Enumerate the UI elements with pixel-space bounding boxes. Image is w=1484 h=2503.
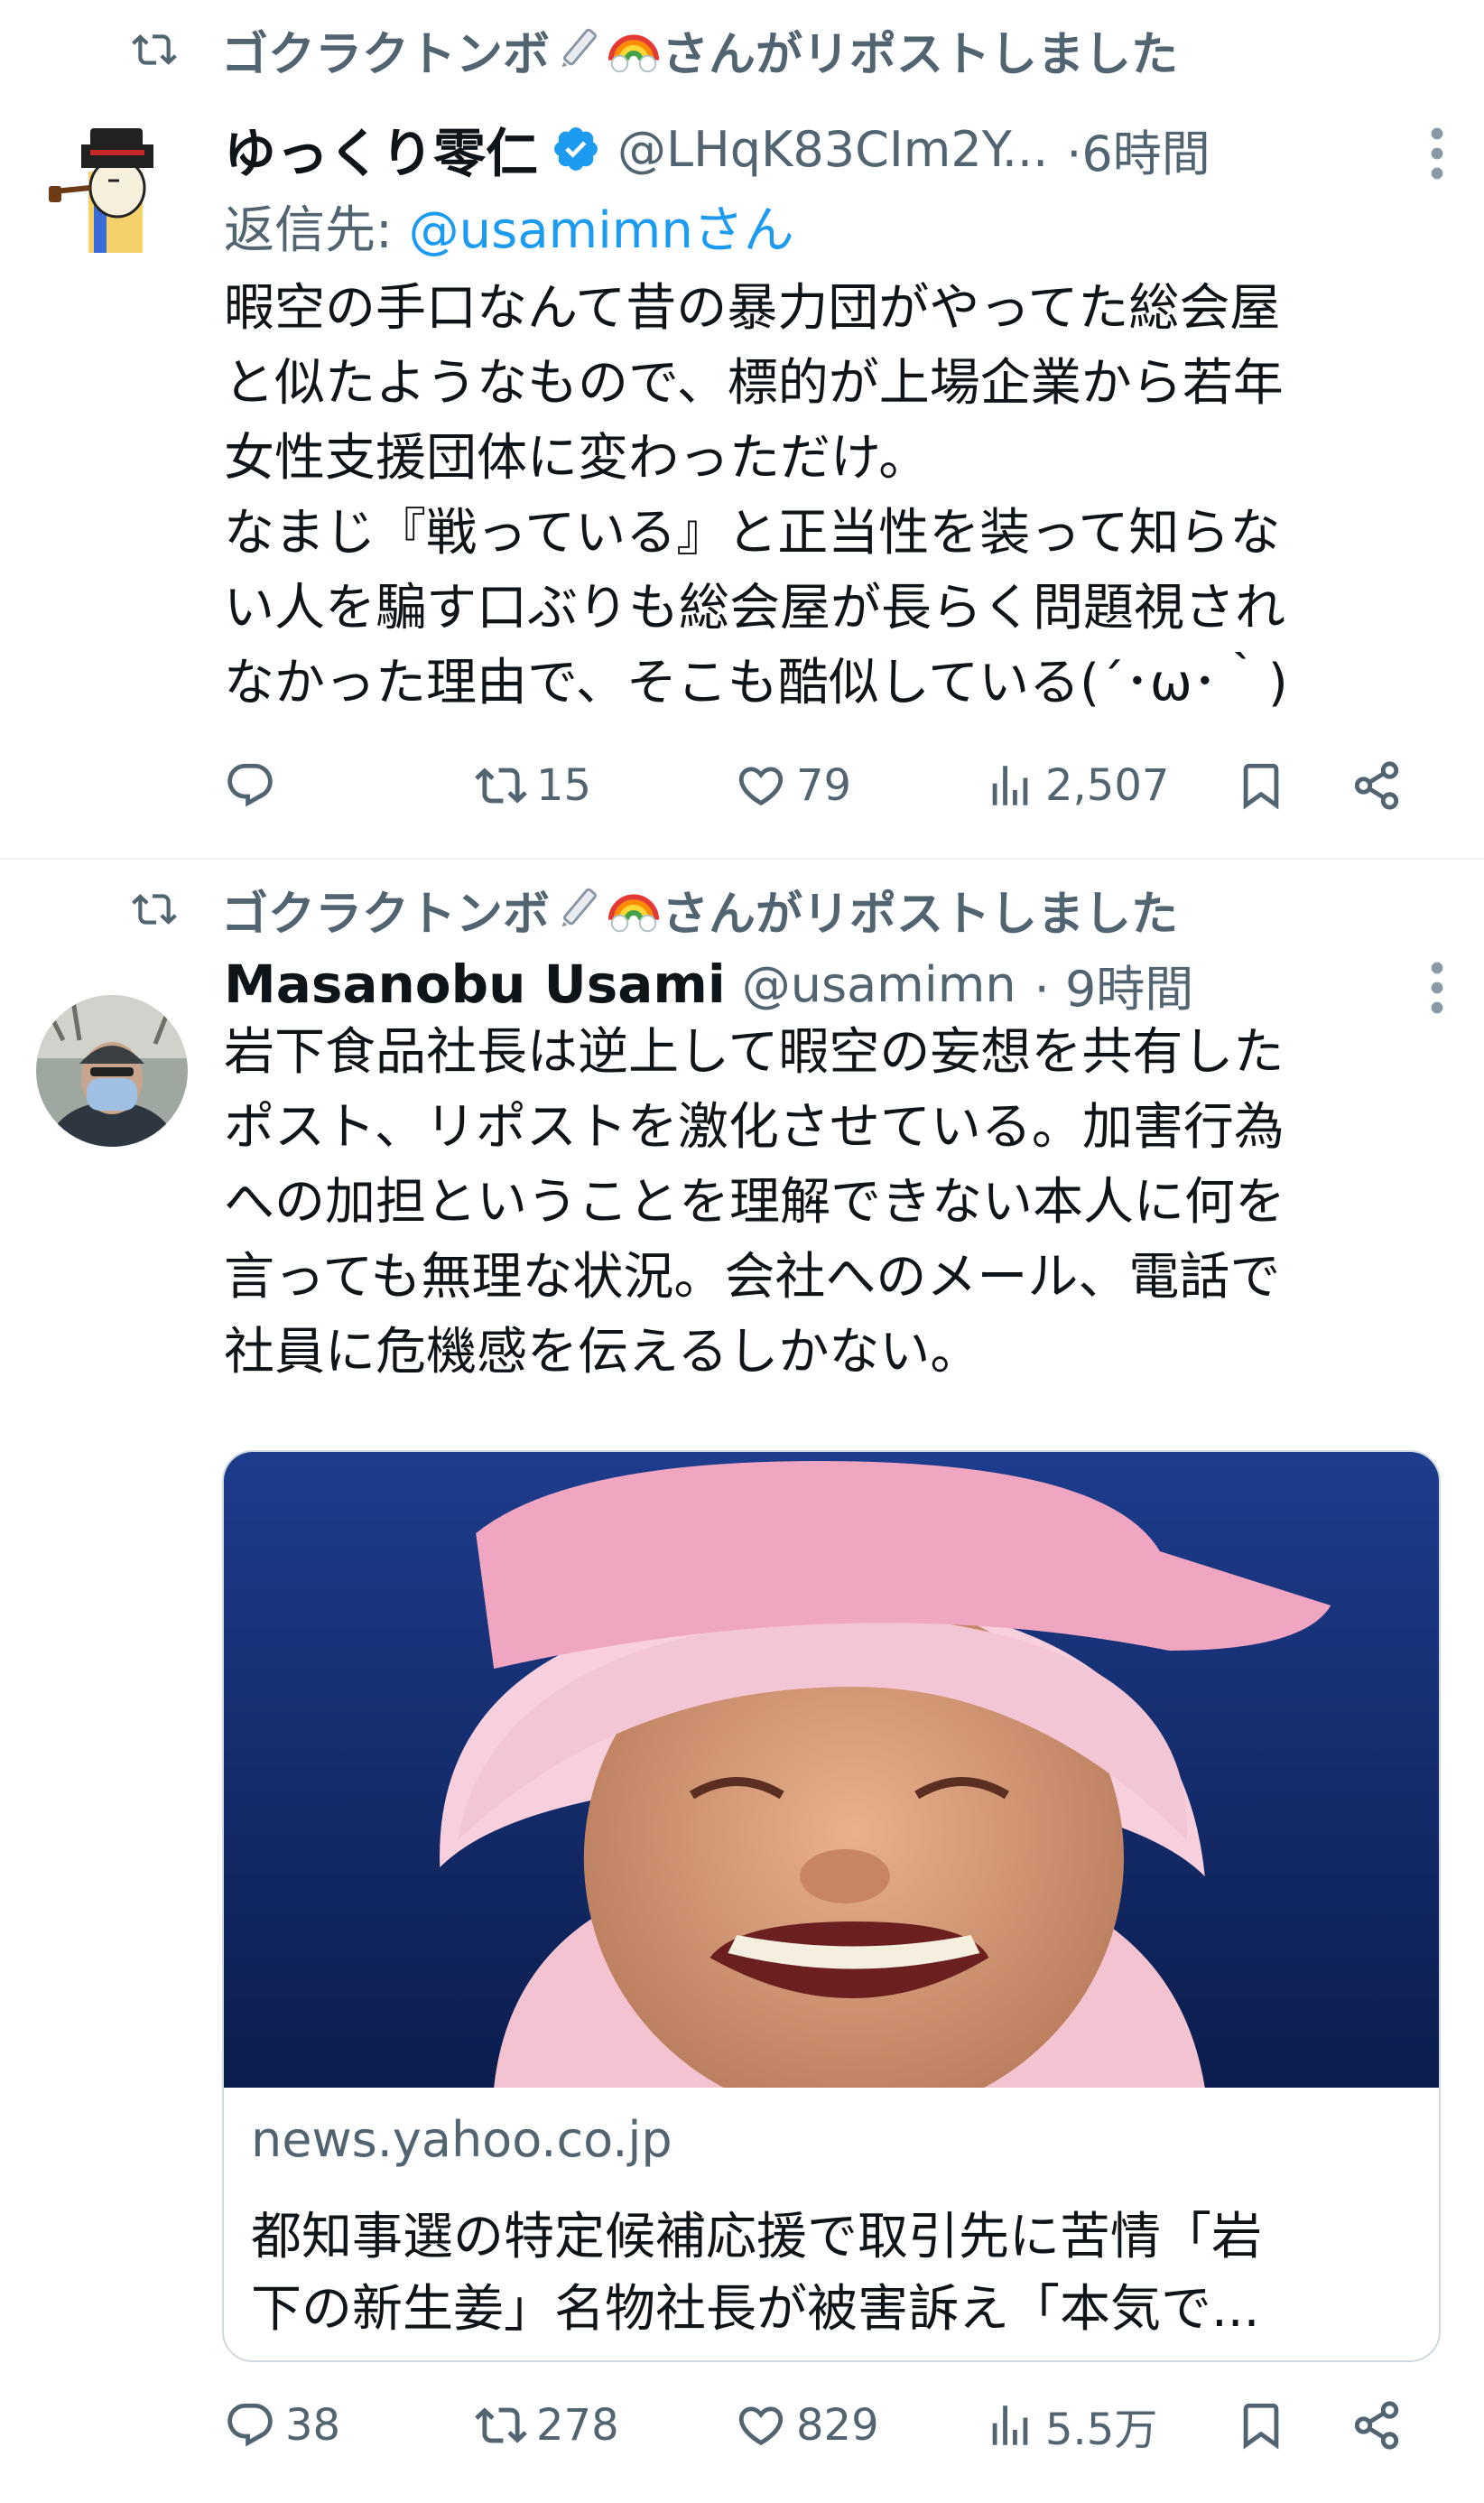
card-domain: news.yahoo.co.jp	[251, 2111, 672, 2168]
reply-count: 38	[285, 2400, 341, 2451]
more-icon[interactable]	[1430, 126, 1444, 181]
post-time[interactable]: ·6時間	[1066, 114, 1210, 185]
reply-mention-link[interactable]: @usamimnさん	[409, 201, 794, 260]
repost-count: 278	[536, 2400, 619, 2451]
avatar-photo	[36, 995, 188, 1147]
views-count: 2,507	[1045, 760, 1170, 811]
pencil-emoji-icon	[561, 28, 597, 68]
tweet-header: Masanobu Usami @usamimn · 9時間	[224, 948, 1448, 1020]
avatar-illustration	[36, 108, 188, 260]
card-title: 都知事選の特定候補応援で取引先に苦情「岩 下の新生姜」名物社長が被害訴え「本気で…	[251, 2208, 1262, 2339]
verified-badge-icon	[554, 127, 598, 171]
author-handle[interactable]: @usamimn	[742, 956, 1016, 1013]
card-image	[224, 1452, 1439, 2088]
like-count: 829	[796, 2400, 879, 2451]
views-icon	[992, 2405, 1028, 2445]
heart-icon	[738, 2406, 784, 2446]
bookmark-button[interactable]	[1235, 2389, 1287, 2461]
like-button[interactable]: 829	[735, 2389, 879, 2461]
action-bar: 15 79 2,507	[224, 749, 1452, 822]
like-button[interactable]: 79	[735, 749, 851, 822]
share-button[interactable]	[1350, 2389, 1403, 2461]
repost-button[interactable]: 15	[475, 749, 591, 822]
reposter-name[interactable]: ゴクラクトンボ	[221, 876, 550, 944]
author-name[interactable]: Masanobu Usami	[224, 954, 726, 1015]
reply-context: 返信先: @usamimnさん	[224, 190, 794, 263]
repost-icon	[132, 894, 177, 925]
tweet-2[interactable]: ゴクラクトンボ さんがリポストしました Masanobu Usami @usam…	[0, 860, 1484, 2501]
repost-button[interactable]: 278	[475, 2389, 619, 2461]
bookmark-icon	[1243, 763, 1279, 810]
reposter-name[interactable]: ゴクラクトンボ	[221, 16, 550, 84]
tweet-1[interactable]: ゴクラクトンボ さんがリポストしました ゆっくり零仁 @LHqK83CIm2Y.…	[0, 0, 1484, 858]
reply-icon	[227, 2403, 273, 2447]
repost-suffix: さんがリポストしました	[662, 887, 1179, 942]
reply-button[interactable]	[224, 749, 285, 822]
pencil-emoji-icon	[561, 888, 597, 927]
author-handle[interactable]: @LHqK83CIm2Y...	[617, 121, 1048, 178]
link-card[interactable]: news.yahoo.co.jp 都知事選の特定候補応援で取引先に苦情「岩 下の…	[222, 1450, 1441, 2362]
views-button[interactable]: 2,507	[984, 749, 1169, 822]
bookmark-button[interactable]	[1235, 749, 1287, 822]
post-time[interactable]: · 9時間	[1034, 949, 1194, 1020]
bookmark-icon	[1243, 2403, 1279, 2450]
like-count: 79	[796, 760, 852, 811]
avatar[interactable]	[36, 108, 188, 260]
share-icon	[1354, 761, 1399, 810]
tweet-header: ゆっくり零仁 @LHqK83CIm2Y... ·6時間	[224, 113, 1448, 185]
heart-icon	[738, 767, 784, 806]
repost-count: 15	[536, 760, 592, 811]
views-count: 5.5万	[1045, 2405, 1158, 2455]
repost-icon	[475, 768, 527, 804]
more-icon[interactable]	[1430, 961, 1444, 1015]
reply-prefix: 返信先:	[224, 201, 409, 260]
repost-icon	[475, 2407, 527, 2443]
views-icon	[992, 766, 1028, 805]
action-bar: 38 278 829 5.5万	[224, 2389, 1452, 2461]
tweet-text: 暇空の手口なんて昔の暴力団がやってた総会屋 と似たようなもので、標的が上場企業か…	[224, 279, 1288, 712]
reply-button[interactable]: 38	[224, 2389, 340, 2461]
rainbow-emoji-icon	[608, 894, 660, 933]
reply-icon	[227, 763, 273, 807]
views-button[interactable]: 5.5万	[984, 2389, 1157, 2461]
rainbow-emoji-icon	[608, 34, 660, 73]
author-name[interactable]: ゆっくり零仁	[224, 113, 538, 185]
share-button[interactable]	[1350, 749, 1403, 822]
tweet-text: 岩下食品社長は逆上して暇空の妄想を共有した ポスト、リポストを激化させている。加…	[224, 1023, 1285, 1382]
repost-suffix: さんがリポストしました	[662, 27, 1179, 82]
share-icon	[1354, 2401, 1399, 2450]
avatar[interactable]	[36, 995, 188, 1147]
repost-icon	[132, 34, 177, 65]
